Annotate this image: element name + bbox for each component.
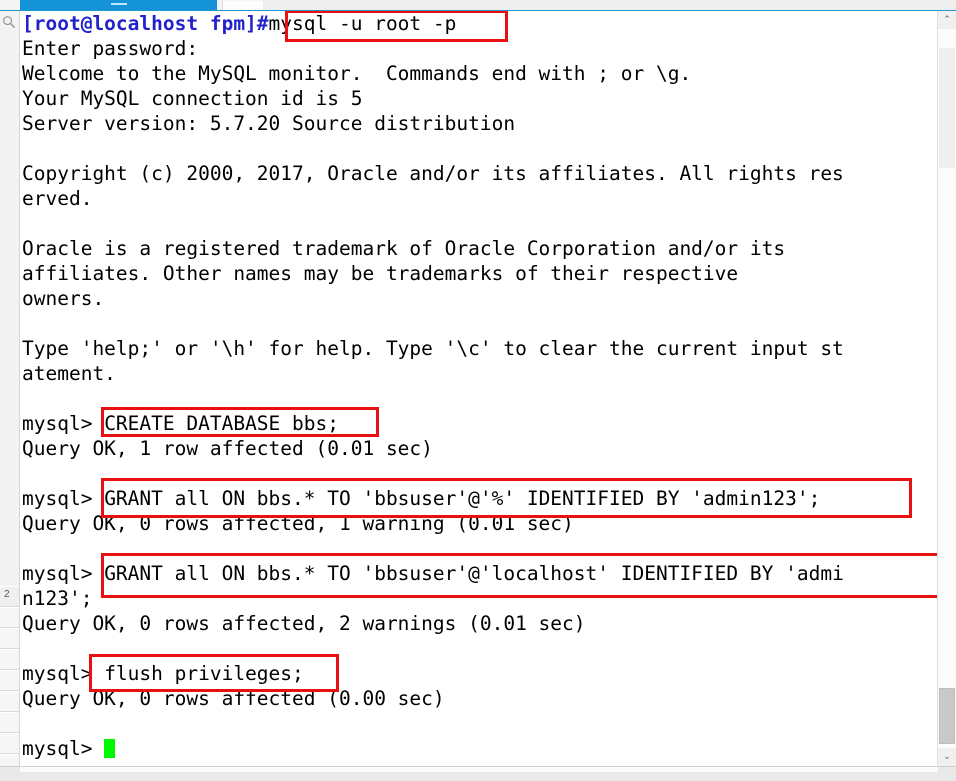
- mysql-command: CREATE DATABASE bbs;: [104, 412, 339, 435]
- list-item[interactable]: [0, 649, 19, 670]
- scrollbar-thumb[interactable]: [939, 688, 955, 744]
- shell-prompt: [root@localhost fpm]#: [22, 12, 269, 35]
- terminal-text: Type 'help;' or '\h' for help. Type '\c'…: [22, 337, 844, 360]
- terminal-text: Your MySQL connection id is 5: [22, 87, 363, 110]
- terminal-line: [22, 136, 938, 161]
- terminal-text: Query OK, 0 rows affected (0.00 sec): [22, 687, 445, 710]
- list-item[interactable]: 2: [0, 586, 19, 607]
- mysql-prompt: mysql>: [22, 737, 105, 760]
- terminal-text: Oracle is a registered trademark of Orac…: [22, 237, 786, 260]
- terminal-line: Welcome to the MySQL monitor. Commands e…: [22, 61, 938, 86]
- terminal-line: [22, 211, 938, 236]
- terminal-line: Query OK, 0 rows affected, 1 warning (0.…: [22, 511, 938, 536]
- gutter-row-list: 2: [0, 586, 19, 775]
- terminal-line: owners.: [22, 286, 938, 311]
- mysql-command: GRANT all ON bbs.* TO 'bbsuser'@'%' IDEN…: [104, 487, 821, 510]
- terminal-text: affiliates. Other names may be trademark…: [22, 262, 739, 285]
- terminal-line: Query OK, 0 rows affected (0.00 sec): [22, 686, 938, 711]
- terminal-line: Type 'help;' or '\h' for help. Type '\c'…: [22, 336, 938, 361]
- status-badge: 2: [4, 589, 10, 600]
- bottom-status-strip: [0, 766, 956, 781]
- terminal-line: Your MySQL connection id is 5: [22, 86, 938, 111]
- list-item[interactable]: [0, 712, 19, 733]
- list-item[interactable]: [0, 670, 19, 691]
- list-item[interactable]: [0, 628, 19, 649]
- terminal-window: 2 [root@localhost fpm]#mysql -u root -p E…: [0, 0, 956, 781]
- terminal-line: mysql>: [22, 736, 938, 761]
- terminal-line: [22, 461, 938, 486]
- tab-strip: [0, 0, 956, 11]
- terminal-text: erved.: [22, 187, 93, 210]
- mysql-prompt: mysql>: [22, 562, 105, 585]
- terminal-line: mysql> CREATE DATABASE bbs;: [22, 411, 938, 436]
- terminal-line-container: [root@localhost fpm]#mysql -u root -p Ent…: [22, 11, 938, 761]
- terminal-line: [22, 711, 938, 736]
- mysql-command: flush privileges;: [104, 662, 304, 685]
- mysql-command: GRANT all ON bbs.* TO 'bbsuser'@'localho…: [104, 562, 844, 585]
- terminal-line: mysql> GRANT all ON bbs.* TO 'bbsuser'@'…: [22, 561, 938, 586]
- terminal-text: Welcome to the MySQL monitor. Commands e…: [22, 62, 692, 85]
- terminal-output-pane[interactable]: [root@localhost fpm]#mysql -u root -p Ent…: [20, 11, 938, 766]
- left-sidebar-gutter: 2: [0, 11, 20, 780]
- terminal-text: Query OK, 1 row affected (0.01 sec): [22, 437, 433, 460]
- scroll-down-button[interactable]: ⌄: [938, 748, 956, 766]
- list-item[interactable]: [0, 733, 19, 754]
- scroll-up-button[interactable]: ⌃: [938, 11, 956, 29]
- mysql-prompt: mysql>: [22, 487, 105, 510]
- terminal-line: mysql> GRANT all ON bbs.* TO 'bbsuser'@'…: [22, 486, 938, 511]
- terminal-text: Server version: 5.7.20 Source distributi…: [22, 112, 516, 135]
- terminal-text: atement.: [22, 362, 116, 385]
- terminal-line: [22, 311, 938, 336]
- terminal-line: Oracle is a registered trademark of Orac…: [22, 236, 938, 261]
- terminal-line: [22, 386, 938, 411]
- list-item[interactable]: [0, 607, 19, 628]
- terminal-text: Query OK, 0 rows affected, 1 warning (0.…: [22, 512, 574, 535]
- terminal-line: Server version: 5.7.20 Source distributi…: [22, 111, 938, 136]
- tab-active-indicator: [110, 3, 127, 5]
- list-item[interactable]: [0, 691, 19, 712]
- terminal-line: atement.: [22, 361, 938, 386]
- terminal-line: Copyright (c) 2000, 2017, Oracle and/or …: [22, 161, 938, 186]
- terminal-line: Enter password:: [22, 36, 938, 61]
- terminal-text: Enter password:: [22, 37, 199, 60]
- terminal-line: n123';: [22, 586, 938, 611]
- terminal-text: Copyright (c) 2000, 2017, Oracle and/or …: [22, 162, 844, 185]
- terminal-line: Query OK, 1 row affected (0.01 sec): [22, 436, 938, 461]
- vertical-scrollbar[interactable]: ⌃ ⌄: [937, 11, 956, 766]
- text-cursor: [104, 739, 116, 758]
- terminal-line: affiliates. Other names may be trademark…: [22, 261, 938, 286]
- shell-command: mysql -u root -p: [268, 12, 457, 35]
- terminal-text: n123';: [22, 587, 93, 610]
- terminal-text: Query OK, 0 rows affected, 2 warnings (0…: [22, 612, 586, 635]
- search-icon[interactable]: [2, 14, 16, 29]
- scrollbar-track[interactable]: [938, 29, 956, 748]
- terminal-text: owners.: [22, 287, 105, 310]
- terminal-line: [22, 536, 938, 561]
- terminal-line: [22, 636, 938, 661]
- mysql-prompt: mysql>: [22, 662, 105, 685]
- terminal-line: mysql> flush privileges;: [22, 661, 938, 686]
- scrollbar-track-upper[interactable]: [939, 48, 955, 168]
- terminal-line: Query OK, 0 rows affected, 2 warnings (0…: [22, 611, 938, 636]
- terminal-line: erved.: [22, 186, 938, 211]
- mysql-prompt: mysql>: [22, 412, 105, 435]
- bottom-strip-inner: [20, 767, 938, 772]
- terminal-line: [root@localhost fpm]#mysql -u root -p: [22, 11, 938, 36]
